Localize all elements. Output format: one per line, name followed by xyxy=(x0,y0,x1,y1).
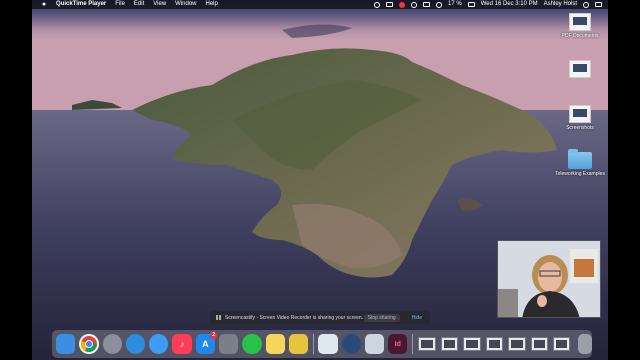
trash-icon[interactable] xyxy=(578,334,592,354)
apple-menu-icon[interactable]: ● xyxy=(40,0,48,9)
notification-badge: 2 xyxy=(210,332,218,339)
notes-icon[interactable] xyxy=(265,334,285,354)
safari-icon[interactable] xyxy=(125,334,146,354)
app-menu[interactable]: QuickTime Player xyxy=(56,0,106,9)
chrome-icon[interactable] xyxy=(79,334,99,354)
app-store-icon[interactable]: A2 xyxy=(195,332,218,354)
messages-icon[interactable] xyxy=(149,334,169,354)
stickies-icon[interactable] xyxy=(288,334,309,354)
minimized-window[interactable] xyxy=(530,337,549,351)
menu-help[interactable]: Help xyxy=(206,0,218,9)
webcam-feed xyxy=(498,241,600,317)
launchpad-icon[interactable] xyxy=(102,334,122,354)
battery-status[interactable]: 17 % xyxy=(448,0,462,9)
clock[interactable]: Wed 16 Dec 3:10 PM xyxy=(481,0,538,9)
preview-icon[interactable] xyxy=(318,334,338,354)
desktop-item-file[interactable] xyxy=(555,60,605,80)
desktop-item-screenshots[interactable]: Screenshots xyxy=(555,105,605,131)
minimized-window[interactable] xyxy=(440,337,459,351)
desktop-item-label: PDF Documents xyxy=(561,33,599,39)
folder-icon xyxy=(568,149,592,169)
desktop-item-teleworking-examples[interactable]: Teleworking Examples xyxy=(555,149,605,177)
dock-separator xyxy=(412,334,414,354)
control-center-icon[interactable] xyxy=(595,2,602,7)
minimized-window[interactable] xyxy=(463,337,481,351)
battery-icon[interactable] xyxy=(467,2,475,7)
search-icon[interactable] xyxy=(583,1,589,8)
user-menu[interactable]: Ashley Holst xyxy=(544,0,577,9)
hide-button[interactable]: Hide xyxy=(408,314,426,322)
screenshot-file-icon xyxy=(569,105,591,123)
minimized-window[interactable] xyxy=(418,337,436,351)
sync-icon[interactable] xyxy=(411,1,418,8)
indesign-icon[interactable]: Id xyxy=(388,334,408,354)
desktop-item-label: Screenshots xyxy=(566,125,594,131)
desktop-item-pdf-documents[interactable]: PDF Documents xyxy=(555,13,605,39)
menu-edit[interactable]: Edit xyxy=(134,0,144,9)
music-icon[interactable]: ♪ xyxy=(172,334,192,354)
recording-icon[interactable] xyxy=(399,1,406,8)
status-icon[interactable] xyxy=(374,1,381,8)
dock-separator xyxy=(313,334,315,354)
menu-file[interactable]: File xyxy=(115,0,125,9)
finder-icon[interactable] xyxy=(56,334,76,354)
dock: ♪ A2 Id xyxy=(52,330,592,358)
desktop-screen: ● QuickTime Player File Edit View Window… xyxy=(32,0,608,360)
quicktime-icon[interactable] xyxy=(341,334,361,354)
menu-view[interactable]: View xyxy=(153,0,166,9)
wifi-icon[interactable] xyxy=(436,1,443,8)
image-capture-icon[interactable] xyxy=(364,334,385,354)
whatsapp-icon[interactable] xyxy=(242,334,262,354)
screen-sharing-bar: Screencastify - Screen Video Recorder is… xyxy=(210,311,430,324)
system-preferences-icon[interactable] xyxy=(219,334,239,354)
sharing-message: Screencastify - Screen Video Recorder is… xyxy=(225,314,364,321)
stop-sharing-button[interactable]: Stop sharing xyxy=(363,313,400,322)
minimized-window[interactable] xyxy=(508,337,526,351)
menu-window[interactable]: Window xyxy=(175,0,196,9)
menu-bar: ● QuickTime Player File Edit View Window… xyxy=(32,0,608,9)
minimized-window[interactable] xyxy=(485,337,504,351)
screen-mirror-icon[interactable] xyxy=(386,2,394,7)
desktop-item-label: Teleworking Examples xyxy=(555,171,605,177)
pause-icon xyxy=(216,315,221,320)
image-file-icon xyxy=(569,60,591,78)
display-icon[interactable] xyxy=(423,2,431,7)
minimized-window[interactable] xyxy=(553,337,571,351)
document-icon xyxy=(569,13,591,31)
webcam-overlay[interactable] xyxy=(497,240,601,318)
